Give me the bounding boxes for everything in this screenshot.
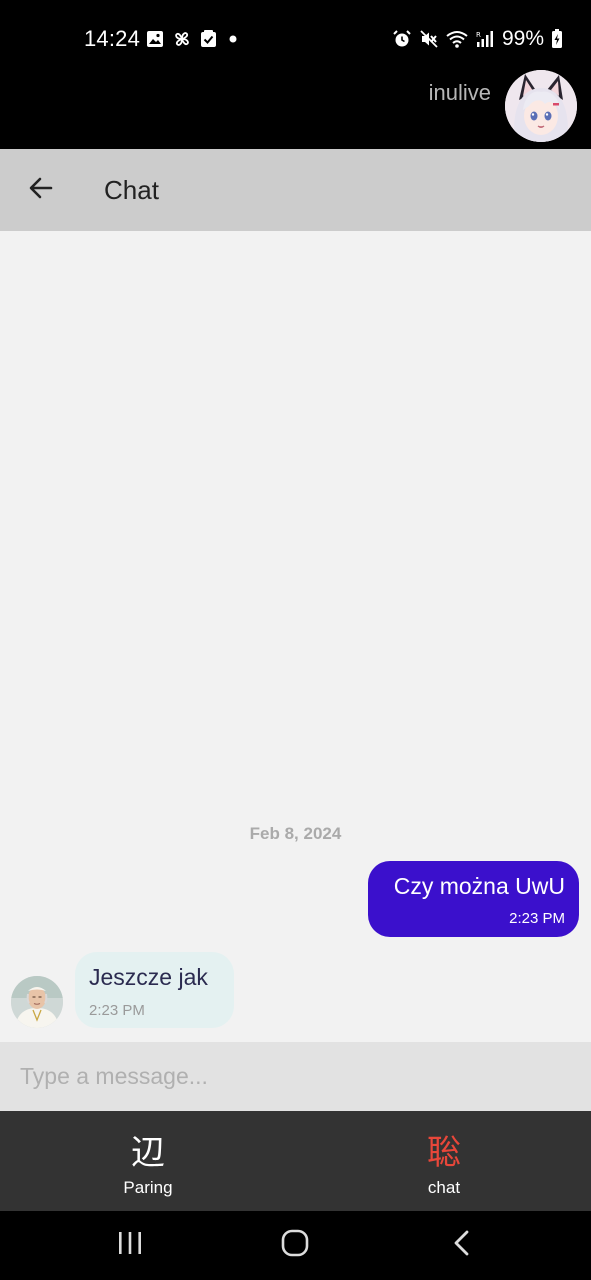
home-button[interactable] bbox=[273, 1225, 317, 1265]
message-text: Czy można UwU bbox=[393, 873, 565, 899]
status-notification-icons bbox=[146, 29, 241, 49]
arrow-left-icon bbox=[27, 174, 55, 207]
svg-text:R: R bbox=[476, 31, 481, 39]
nav-item-paring[interactable]: 辺 Paring bbox=[0, 1111, 296, 1211]
message-input[interactable] bbox=[0, 1042, 591, 1111]
incoming-message[interactable]: Jeszcze jak 2:23 PM bbox=[75, 952, 234, 1028]
outgoing-message[interactable]: Czy można UwU 2:23 PM bbox=[368, 861, 579, 937]
message-text: Jeszcze jak bbox=[89, 964, 208, 990]
sender-avatar[interactable] bbox=[11, 976, 63, 1028]
system-navigation-bar bbox=[0, 1211, 591, 1280]
nav-label: chat bbox=[427, 1178, 461, 1197]
chat-icon: 聡 bbox=[427, 1133, 461, 1173]
alarm-icon bbox=[392, 29, 412, 49]
recents-icon bbox=[116, 1230, 144, 1261]
checkbox-icon bbox=[200, 30, 217, 48]
home-icon bbox=[280, 1228, 310, 1263]
wifi-icon bbox=[446, 29, 468, 49]
battery-charging-icon bbox=[551, 29, 563, 49]
gallery-icon bbox=[146, 30, 164, 48]
signal-icon: R bbox=[475, 29, 495, 49]
bottom-navigation: 辺 Paring 聡 chat bbox=[0, 1111, 591, 1211]
battery-percent: 99% bbox=[501, 27, 544, 50]
page-title: Chat bbox=[104, 175, 159, 205]
paring-icon: 辺 bbox=[131, 1133, 165, 1173]
user-avatar[interactable] bbox=[505, 70, 577, 142]
message-time: 2:23 PM bbox=[89, 1002, 145, 1019]
user-header: inulive bbox=[0, 62, 591, 149]
app-bar: Chat bbox=[0, 149, 591, 231]
back-icon bbox=[450, 1229, 474, 1262]
nav-label: Paring bbox=[123, 1178, 173, 1197]
back-button[interactable] bbox=[22, 171, 60, 209]
status-time: 14:24 bbox=[84, 26, 141, 51]
back-nav-button[interactable] bbox=[440, 1225, 484, 1265]
message-composer bbox=[0, 1042, 591, 1111]
nav-item-chat[interactable]: 聡 chat bbox=[296, 1111, 591, 1211]
date-separator: Feb 8, 2024 bbox=[249, 824, 342, 843]
chat-screen: 14:24 R 99% inulive Chat Feb 8, 2024 Czy… bbox=[0, 0, 591, 1280]
recents-button[interactable] bbox=[108, 1225, 152, 1265]
mute-icon bbox=[419, 29, 439, 49]
status-system-icons: R 99% bbox=[392, 26, 563, 52]
username[interactable]: inulive bbox=[429, 79, 491, 107]
message-time: 2:23 PM bbox=[509, 910, 565, 927]
pinwheel-icon bbox=[172, 29, 192, 49]
message-list[interactable]: Feb 8, 2024 Czy można UwU 2:23 PM Jeszcz… bbox=[0, 231, 591, 1042]
dot-icon bbox=[225, 30, 241, 48]
